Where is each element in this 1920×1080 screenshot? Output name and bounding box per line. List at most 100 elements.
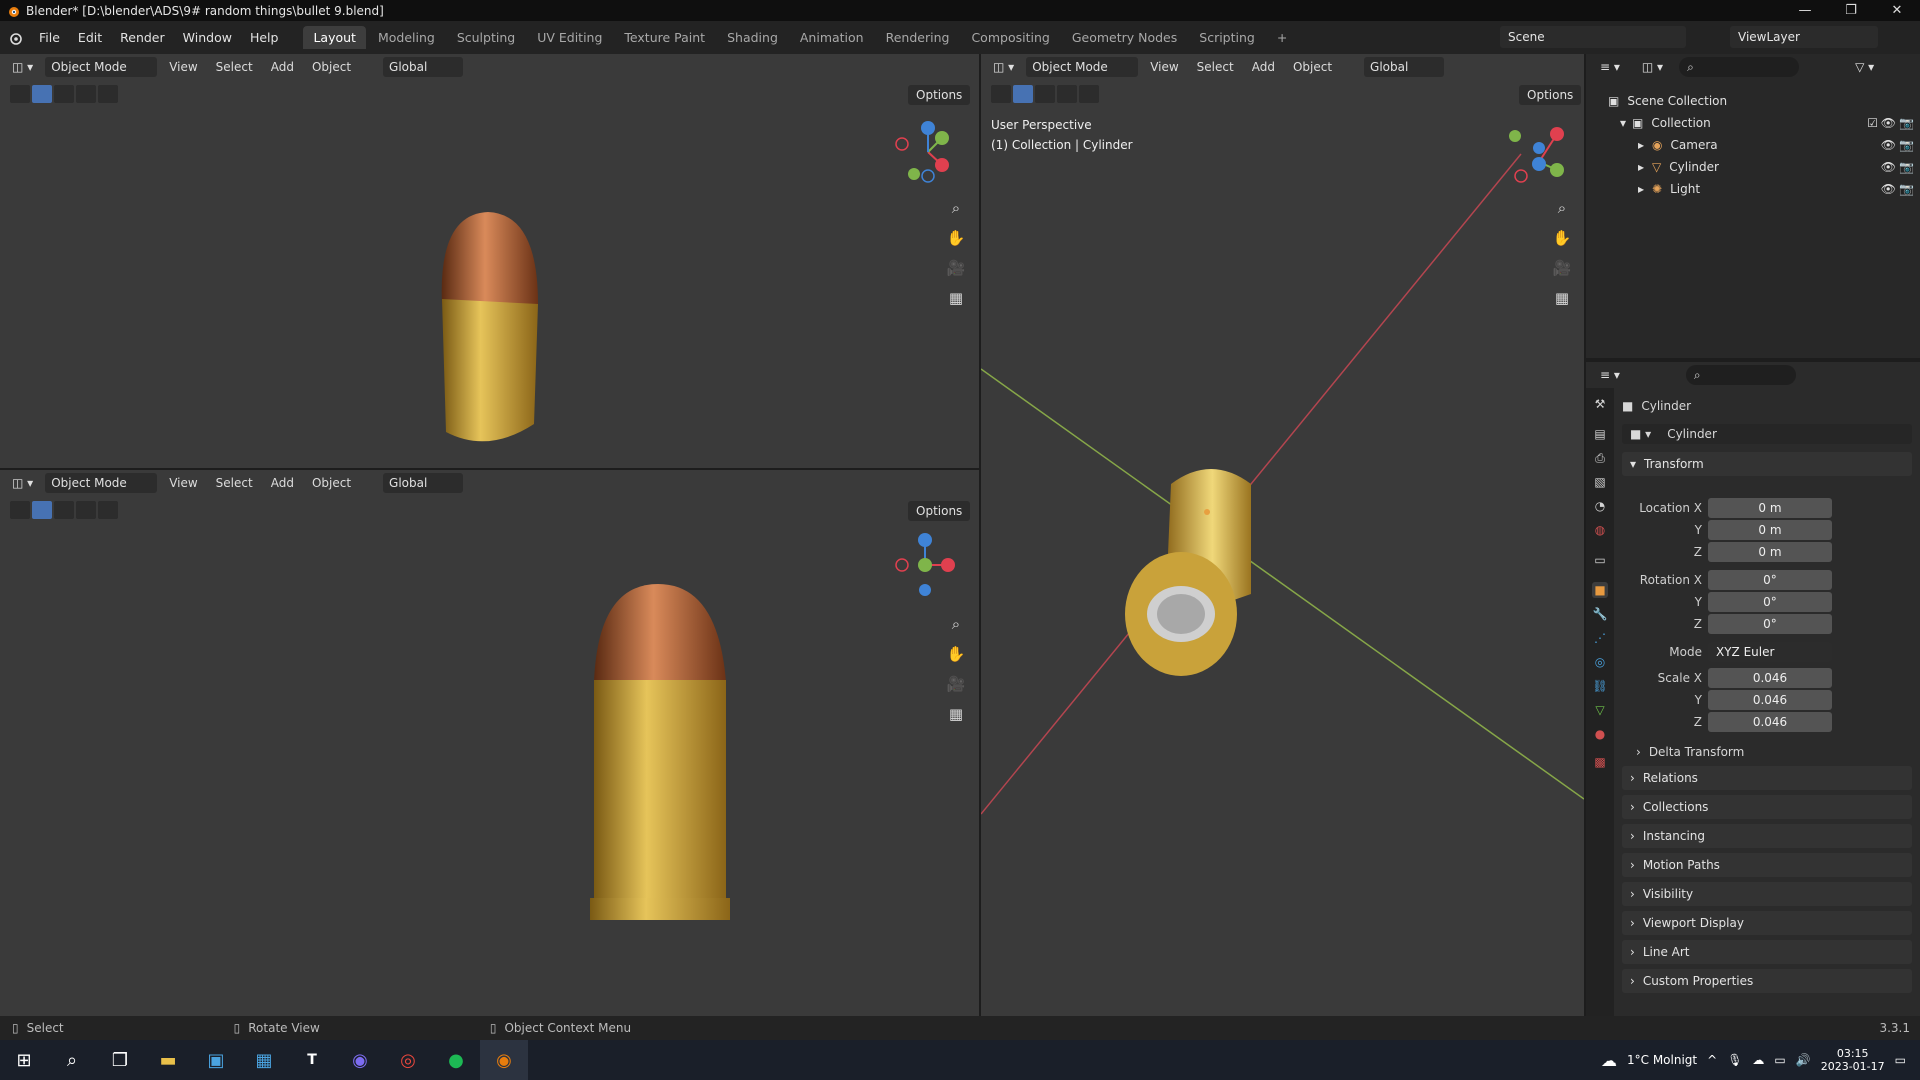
viewport-main[interactable]: ◫ ▾ Object Mode View Select Add Object G… xyxy=(981,54,1584,1016)
tab-geometry-nodes[interactable]: Geometry Nodes xyxy=(1062,26,1187,49)
select-subtract-icon[interactable] xyxy=(76,85,96,103)
menu-help[interactable]: Help xyxy=(241,30,288,45)
spotify-icon[interactable]: ● xyxy=(432,1040,480,1080)
navigation-gizmo[interactable] xyxy=(890,530,960,600)
outliner-row-scene-collection[interactable]: ▣ Scene Collection xyxy=(1586,90,1920,112)
menu-view[interactable]: View xyxy=(163,476,203,490)
menu-edit[interactable]: Edit xyxy=(69,30,111,45)
rotation-z-field[interactable]: 0° xyxy=(1708,614,1832,634)
onedrive-icon[interactable]: ☁ xyxy=(1752,1053,1764,1067)
select-extend-icon[interactable] xyxy=(54,85,74,103)
clock[interactable]: 03:15 2023-01-17 xyxy=(1821,1047,1885,1073)
view-layer-selector[interactable]: ViewLayer xyxy=(1730,26,1878,48)
output-tab-icon[interactable]: ⎙ xyxy=(1592,450,1608,466)
file-explorer-icon[interactable]: ▬ xyxy=(144,1040,192,1080)
expand-arrow-icon[interactable]: ▸ xyxy=(1638,182,1644,196)
expand-arrow-icon[interactable]: ▸ xyxy=(1638,160,1644,174)
editor-type-button[interactable]: ≡ ▾ xyxy=(1594,57,1626,77)
constraints-tab-icon[interactable]: ⛓ xyxy=(1592,678,1608,694)
zoom-icon[interactable]: ⌕ xyxy=(944,612,968,636)
render-camera-icon[interactable]: 📷 xyxy=(1899,116,1914,130)
relations-panel-header[interactable]: › Relations xyxy=(1622,766,1912,790)
menu-select[interactable]: Select xyxy=(210,60,259,74)
menu-select[interactable]: Select xyxy=(210,476,259,490)
menu-view[interactable]: View xyxy=(163,60,203,74)
render-camera-icon[interactable]: 📷 xyxy=(1899,138,1914,152)
location-x-field[interactable]: 0 m xyxy=(1708,498,1832,518)
filter-icon[interactable]: ▽ ▾ xyxy=(1849,57,1880,77)
tab-texture-paint[interactable]: Texture Paint xyxy=(614,26,715,49)
notifications-icon[interactable]: ▭ xyxy=(1895,1053,1906,1067)
select-new-icon[interactable] xyxy=(32,85,52,103)
rotation-mode-dropdown[interactable]: XYZ Euler xyxy=(1708,642,1832,662)
render-tab-icon[interactable]: ▤ xyxy=(1592,426,1608,442)
pan-hand-icon[interactable]: ✋ xyxy=(1550,226,1574,250)
rotation-x-field[interactable]: 0° xyxy=(1708,570,1832,590)
texture-tab-icon[interactable]: ▩ xyxy=(1592,754,1608,770)
pan-hand-icon[interactable]: ✋ xyxy=(944,642,968,666)
app-icon[interactable]: T xyxy=(288,1040,336,1080)
tool-tab-icon[interactable]: ⚒ xyxy=(1592,396,1608,412)
perspective-toggle-icon[interactable]: ▦ xyxy=(944,286,968,310)
tweak-tool-icon[interactable] xyxy=(10,501,30,519)
outliner-row-light[interactable]: ▸ ✺ Light 👁 📷 xyxy=(1586,178,1920,200)
world-tab-icon[interactable]: ◍ xyxy=(1592,522,1608,538)
menu-render[interactable]: Render xyxy=(111,30,174,45)
material-tab-icon[interactable]: ● xyxy=(1592,726,1608,742)
tab-shading[interactable]: Shading xyxy=(717,26,788,49)
tab-uv-editing[interactable]: UV Editing xyxy=(527,26,612,49)
visibility-eye-icon[interactable]: 👁 xyxy=(1881,138,1896,152)
maximize-button[interactable]: ❐ xyxy=(1828,0,1874,21)
scene-selector[interactable]: Scene xyxy=(1500,26,1686,48)
select-invert-icon[interactable] xyxy=(98,85,118,103)
orientation-dropdown[interactable]: Global xyxy=(383,57,464,77)
modifier-tab-icon[interactable]: 🔧 xyxy=(1592,606,1608,622)
navigation-gizmo[interactable] xyxy=(1501,124,1575,198)
camera-view-icon[interactable]: 🎥 xyxy=(1550,256,1574,280)
tweak-tool-icon[interactable] xyxy=(10,85,30,103)
properties-search-input[interactable]: ⌕ xyxy=(1685,365,1796,385)
location-z-field[interactable]: 0 m xyxy=(1708,542,1832,562)
physics-tab-icon[interactable]: ◎ xyxy=(1592,654,1608,670)
scale-x-field[interactable]: 0.046 xyxy=(1708,668,1832,688)
blender-taskbar-icon[interactable]: ◉ xyxy=(480,1040,528,1080)
grid-toggle-icon[interactable]: ▦ xyxy=(944,702,968,726)
orientation-dropdown[interactable]: Global xyxy=(383,473,464,493)
select-extend-icon[interactable] xyxy=(54,501,74,519)
viewport-top-left[interactable]: ◫ ▾ Object Mode View Select Add Object G… xyxy=(0,54,979,468)
camera-view-icon[interactable]: 🎥 xyxy=(944,256,968,280)
menu-object[interactable]: Object xyxy=(306,476,357,490)
location-y-field[interactable]: 0 m xyxy=(1708,520,1832,540)
pan-hand-icon[interactable]: ✋ xyxy=(944,226,968,250)
select-invert-icon[interactable] xyxy=(98,501,118,519)
network-icon[interactable]: ▭ xyxy=(1774,1053,1785,1067)
editor-type-button[interactable]: ≡ ▾ xyxy=(1594,365,1626,385)
particles-tab-icon[interactable]: ⋰ xyxy=(1592,630,1608,646)
scale-y-field[interactable]: 0.046 xyxy=(1708,690,1832,710)
custom-properties-panel-header[interactable]: › Custom Properties xyxy=(1622,969,1912,993)
navigation-gizmo[interactable] xyxy=(890,118,960,188)
outliner-search-input[interactable]: ⌕ xyxy=(1679,57,1800,77)
mode-dropdown[interactable]: Object Mode xyxy=(45,473,158,493)
instancing-panel-header[interactable]: › Instancing xyxy=(1622,824,1912,848)
viewport-bottom-left[interactable]: ◫ ▾ Object Mode View Select Add Object G… xyxy=(0,470,979,1016)
tab-sculpting[interactable]: Sculpting xyxy=(447,26,525,49)
search-icon[interactable]: ⌕ xyxy=(48,1040,96,1080)
camera-view-icon[interactable]: 🎥 xyxy=(944,672,968,696)
select-new-icon[interactable] xyxy=(32,501,52,519)
visibility-eye-icon[interactable]: 👁 xyxy=(1881,182,1896,196)
store-icon[interactable]: ▣ xyxy=(192,1040,240,1080)
volume-icon[interactable]: 🔊 xyxy=(1796,1053,1811,1067)
object-tab-icon[interactable]: ■ xyxy=(1592,582,1608,598)
data-tab-icon[interactable]: ▽ xyxy=(1592,702,1608,718)
editor-type-button[interactable]: ◫ ▾ xyxy=(6,473,39,493)
render-camera-icon[interactable]: 📷 xyxy=(1899,182,1914,196)
view-layer-tab-icon[interactable]: ▧ xyxy=(1592,474,1608,490)
menu-add[interactable]: Add xyxy=(265,60,300,74)
tab-rendering[interactable]: Rendering xyxy=(876,26,960,49)
chrome-icon[interactable]: ◎ xyxy=(384,1040,432,1080)
zoom-icon[interactable]: ⌕ xyxy=(944,196,968,220)
minimize-button[interactable]: — xyxy=(1782,0,1828,21)
visibility-eye-icon[interactable]: 👁 xyxy=(1881,116,1896,130)
microphone-icon[interactable]: 🎙 xyxy=(1727,1053,1742,1067)
